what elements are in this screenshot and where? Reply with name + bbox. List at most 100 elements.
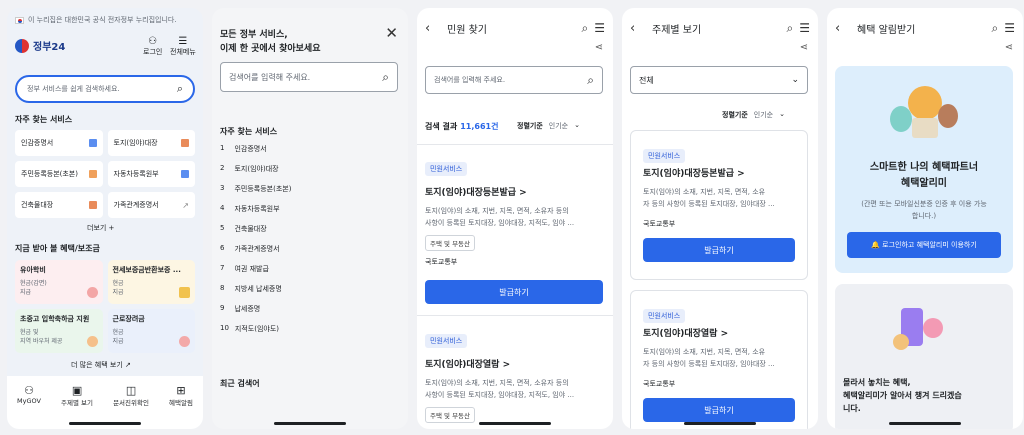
more-benefits-link[interactable]: 더 많은 혜택 보기 ↗ [71, 360, 131, 370]
service-item[interactable]: 건축물대장 [15, 192, 103, 218]
search-icon[interactable]: ⌕ [382, 70, 389, 85]
list-item[interactable]: 3 주민등록등본(초본) [220, 184, 400, 204]
hamburger-icon[interactable]: ☰ [799, 21, 810, 35]
external-link-icon: ↗ [182, 200, 189, 210]
login-alert-button[interactable]: 🔔 로그인하고 혜택알리미 이용하기 [847, 232, 1001, 258]
info-text: 몰라서 놓치는 혜택, 혜택알리미가 알아서 챙겨 드리겠습 니다. [843, 378, 962, 413]
menu-button[interactable]: ☰ 전체메뉴 [170, 36, 196, 57]
list-item[interactable]: 1 인감증명서 [220, 144, 400, 164]
search-title: 모든 정부 서비스, 이제 한 곳에서 찾아보세요 [220, 30, 321, 54]
hamburger-icon[interactable]: ☰ [1004, 21, 1015, 35]
result-card[interactable]: 민원서비스 토지(임야)대장열람 > 토지(임야)의 소재, 지번, 지목, 면… [630, 290, 808, 429]
agency: 국토교통부 [643, 380, 676, 388]
service-item[interactable]: 자동차등록원부 [107, 161, 195, 187]
search-input[interactable]: 검색어를 입력해 주세요. ⌕ [220, 62, 398, 92]
header: ‹ 민원 찾기 ⌕ ☰ [417, 8, 613, 48]
share-icon[interactable]: ⋖ [800, 42, 808, 53]
back-icon[interactable]: ‹ [425, 21, 439, 36]
page-title: 민원 찾기 [447, 24, 487, 36]
back-icon[interactable]: ‹ [835, 21, 849, 36]
nav-mygov[interactable]: ⚇ MyGOV [17, 384, 41, 429]
gift-icon: ⊞ [176, 384, 186, 397]
chevron-down-icon: ⌄ [779, 110, 785, 118]
nav-benefit[interactable]: ⊞ 혜택알림 [169, 384, 193, 429]
mascot-illustration-icon [890, 80, 960, 142]
chevron-down-icon: ⌄ [791, 75, 799, 85]
back-icon[interactable]: ‹ [630, 21, 644, 36]
page-title: 주제별 보기 [652, 24, 702, 36]
benefit-card[interactable]: 유아학비 현금(감면) 지급 [15, 260, 103, 304]
money-icon [179, 336, 190, 347]
search-icon[interactable]: ⌕ [992, 21, 999, 36]
share-icon[interactable]: ⋖ [595, 42, 603, 53]
issue-button[interactable]: 발급하기 [425, 280, 603, 304]
result-card[interactable]: 민원서비스 토지(임야)대장등본발급 > 토지(임야)의 소재, 지번, 지목,… [425, 156, 574, 229]
chevron-down-icon: ⌄ [574, 121, 580, 129]
result-count: 검색 결과 11,661건 [425, 122, 499, 131]
hamburger-icon[interactable]: ☰ [594, 21, 605, 35]
search-icon[interactable]: ⌕ [177, 82, 183, 96]
tag[interactable]: 주택 및 부동산 [425, 407, 476, 423]
agency: 국토교통부 [643, 220, 676, 228]
share-icon[interactable]: ⋖ [1005, 42, 1013, 53]
service-item[interactable]: 가족관계증명서 ↗ [107, 192, 195, 218]
result-card[interactable]: 민원서비스 토지(임야)대장등본발급 > 토지(임야)의 소재, 지번, 지목,… [630, 130, 808, 280]
topic-screen: ‹ 주제별 보기 ⌕ ☰ ⋖ 전체 ⌄ 정렬기준 인기순 ⌄ 민원서비스 토지(… [622, 8, 818, 429]
list-item[interactable]: 4 자동차등록원부 [220, 204, 400, 224]
car-icon [181, 170, 189, 178]
search-icon[interactable]: ⌕ [582, 21, 589, 36]
result-card[interactable]: 민원서비스 토지(임야)대장열람 > 토지(임야)의 소재, 지번, 지목, 면… [425, 328, 574, 401]
issue-button[interactable]: 발급하기 [643, 398, 795, 422]
frequent-services-grid: 인감증명서 토지(임야)대장 주민등록등본(초본) 자동차등록원부 건축물대장 … [15, 130, 195, 218]
header: ‹ 주제별 보기 ⌕ ☰ [622, 8, 818, 48]
close-icon[interactable]: ✕ [385, 24, 398, 42]
phone-illustration-icon [893, 304, 953, 354]
card-title[interactable]: 토지(임야)대장열람 > [425, 357, 574, 370]
card-title[interactable]: 토지(임야)대장등본발급 > [643, 166, 745, 179]
logo[interactable]: 정부24 [15, 38, 65, 53]
sort-select[interactable]: 정렬기준 인기순 ⌄ [517, 121, 580, 131]
more-services-button[interactable]: 더보기 + [87, 223, 114, 233]
home-screen: 이 누리집은 대한민국 공식 전자정부 누리집입니다. 정부24 ⚇ 로그인 ☰… [7, 8, 203, 429]
list-item[interactable]: 10 지적도(임야도) [220, 324, 400, 344]
logo-emblem-icon [15, 38, 29, 53]
home-indicator [479, 422, 551, 425]
list-item[interactable]: 6 가족관계증명서 [220, 244, 400, 264]
list-item[interactable]: 8 지방세 납세증명 [220, 284, 400, 304]
doc-check-icon: ◫ [125, 384, 137, 397]
login-button[interactable]: ⚇ 로그인 [143, 36, 162, 57]
service-item[interactable]: 주민등록등본(초본) [15, 161, 103, 187]
list-item[interactable]: 9 납세증명 [220, 304, 400, 324]
benefit-card[interactable]: 초중고 입학축하금 지원 현금 및 지역 바우처 제공 [15, 309, 103, 353]
tag[interactable]: 주택 및 부동산 [425, 235, 476, 251]
benefit-alert-screen: ‹ 혜택 알림받기 ⌕ ☰ ⋖ 스마트한 나의 혜택파트너 혜택알리미 (간편 … [827, 8, 1023, 429]
land-icon [181, 139, 189, 147]
search-icon[interactable]: ⌕ [787, 21, 794, 36]
benefit-card[interactable]: 전세보증금반환보증 ... 현금 지급 [107, 260, 195, 304]
home-indicator [684, 422, 756, 425]
frequent-title: 자주 찾는 서비스 [220, 127, 278, 136]
card-title[interactable]: 토지(임야)대장열람 > [643, 326, 728, 339]
list-item[interactable]: 5 건축물대장 [220, 224, 400, 244]
list-item[interactable]: 7 여권 재발급 [220, 264, 400, 284]
home-indicator [69, 422, 141, 425]
document-icon [88, 139, 97, 147]
sort-select[interactable]: 정렬기준 인기순 ⌄ [722, 110, 785, 120]
search-input[interactable]: 정부 서비스를 쉽게 검색하세요. ⌕ [15, 75, 195, 103]
service-item[interactable]: 인감증명서 [15, 130, 103, 156]
issue-button[interactable]: 발급하기 [643, 238, 795, 262]
benefits-grid: 유아학비 현금(감면) 지급 전세보증금반환보증 ... 현금 지급 초중고 입학축하금… [15, 260, 195, 353]
search-input[interactable]: 검색어를 입력해 주세요. ⌕ [425, 66, 603, 94]
bag-icon: ▣ [71, 384, 83, 397]
list-item[interactable]: 2 토지(임야)대장 [220, 164, 400, 184]
card-desc: 토지(임야)의 소재, 지번, 지목, 면적, 소유 자 등의 사항이 등록된 토… [643, 188, 775, 208]
search-icon[interactable]: ⌕ [587, 73, 594, 88]
benefits-title: 지금 받아 볼 혜택/보조금 [15, 244, 100, 253]
student-icon [86, 336, 98, 347]
category-select[interactable]: 전체 ⌄ [630, 66, 808, 94]
card-desc: 토지(임야)의 소재, 지번, 지목, 면적, 소유자 등의 사항이 등록된 토지… [425, 207, 575, 227]
card-title[interactable]: 토지(임야)대장등본발급 > [425, 185, 574, 198]
benefit-card[interactable]: 근로장려금 현금 지급 [107, 309, 195, 353]
user-icon: ⚇ [24, 384, 34, 397]
service-item[interactable]: 토지(임야)대장 [107, 130, 195, 156]
